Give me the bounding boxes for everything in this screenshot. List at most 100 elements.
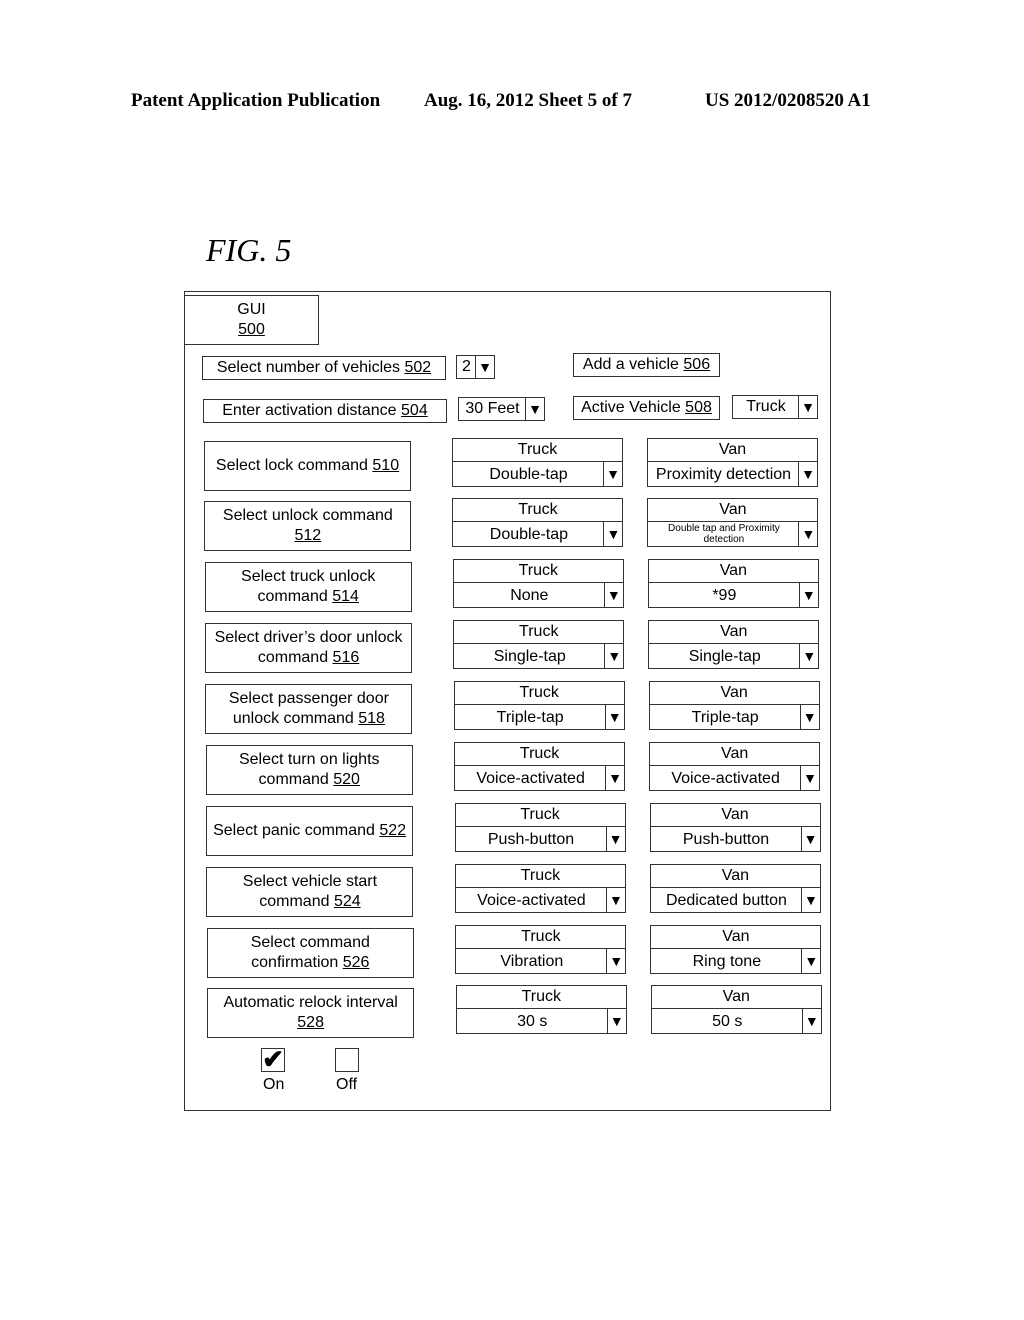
van-column-label: Van (649, 864, 821, 888)
truck-column-label: Truck (454, 742, 626, 766)
van-dropdown-value: Voice-activated (671, 769, 780, 787)
header-patent-number: US 2012/0208520 A1 (705, 90, 871, 111)
active-vehicle-text: Active Vehicle (581, 399, 681, 416)
chevron-down-icon[interactable]: ▼ (800, 827, 820, 851)
chevron-down-icon[interactable]: ▼ (801, 1009, 821, 1033)
truck-dropdown[interactable]: 30 s ▼ (455, 1008, 627, 1034)
chevron-down-icon[interactable]: ▼ (605, 888, 625, 912)
off-checkbox[interactable] (335, 1048, 359, 1072)
chevron-down-icon[interactable]: ▼ (603, 522, 622, 546)
van-selector-520[interactable]: Van Voice-activated ▼ (649, 742, 821, 792)
chevron-down-icon[interactable]: ▼ (799, 644, 818, 668)
van-dropdown-value: Triple-tap (691, 708, 759, 726)
van-dropdown[interactable]: Proximity detection ▼ (647, 461, 818, 487)
truck-selector-522[interactable]: Truck Push-button ▼ (454, 803, 626, 853)
van-selector-516[interactable]: Van Single-tap ▼ (648, 620, 820, 670)
van-dropdown-value: Double tap and Proximity detection (668, 523, 780, 545)
truck-selector-526[interactable]: Truck Vibration ▼ (455, 925, 627, 975)
truck-dropdown-value: Voice-activated (477, 891, 586, 909)
van-selector-522[interactable]: Van Push-button ▼ (649, 803, 821, 853)
truck-dropdown[interactable]: Double-tap ▼ (452, 461, 623, 487)
activation-distance-dropdown[interactable]: 30 Feet ▼ (458, 397, 545, 421)
chevron-down-icon[interactable]: ▼ (606, 1009, 626, 1033)
chevron-down-icon[interactable]: ▼ (605, 827, 625, 851)
van-selector-512[interactable]: Van Double tap and Proximity detection ▼ (647, 498, 819, 548)
chevron-down-icon[interactable]: ▼ (800, 766, 819, 790)
van-dropdown[interactable]: Push-button ▼ (649, 826, 821, 852)
chevron-down-icon[interactable]: ▼ (525, 398, 544, 420)
truck-dropdown[interactable]: Double-tap ▼ (452, 521, 624, 547)
chevron-down-icon[interactable]: ▼ (603, 462, 622, 486)
truck-dropdown[interactable]: Vibration ▼ (455, 948, 627, 974)
chevron-down-icon[interactable]: ▼ (800, 888, 820, 912)
chevron-down-icon[interactable]: ▼ (604, 644, 623, 668)
van-dropdown[interactable]: Voice-activated ▼ (649, 765, 821, 791)
truck-selector-520[interactable]: Truck Voice-activated ▼ (454, 742, 626, 792)
van-selector-518[interactable]: Van Triple-tap ▼ (648, 681, 820, 731)
truck-dropdown[interactable]: Voice-activated ▼ (454, 765, 626, 791)
truck-selector-524[interactable]: Truck Voice-activated ▼ (454, 864, 626, 914)
truck-dropdown-value: Voice-activated (476, 769, 585, 787)
van-dropdown[interactable]: Ring tone ▼ (650, 948, 822, 974)
truck-selector-516[interactable]: Truck Single-tap ▼ (453, 620, 625, 670)
van-dropdown[interactable]: Triple-tap ▼ (648, 704, 820, 730)
chevron-down-icon[interactable]: ▼ (604, 705, 624, 729)
chevron-down-icon[interactable]: ▼ (801, 949, 820, 973)
van-dropdown[interactable]: 50 s ▼ (650, 1008, 822, 1034)
van-selector-528[interactable]: Van 50 s ▼ (650, 985, 822, 1035)
num-vehicles-dropdown[interactable]: 2 ▼ (456, 355, 495, 379)
truck-dropdown[interactable]: Triple-tap ▼ (453, 704, 625, 730)
truck-dropdown[interactable]: Push-button ▼ (454, 826, 626, 852)
van-dropdown[interactable]: Dedicated button ▼ (649, 887, 821, 913)
truck-dropdown[interactable]: Single-tap ▼ (453, 643, 625, 669)
truck-selector-512[interactable]: Truck Double-tap ▼ (452, 498, 624, 548)
chevron-down-icon[interactable]: ▼ (798, 522, 817, 546)
van-selector-514[interactable]: Van *99 ▼ (647, 559, 819, 609)
van-selector-526[interactable]: Van Ring tone ▼ (650, 925, 822, 975)
num-vehicles-text: Select number of vehicles (216, 359, 401, 376)
chevron-down-icon[interactable]: ▼ (606, 949, 625, 973)
chevron-down-icon[interactable]: ▼ (798, 583, 818, 607)
van-selector-524[interactable]: Van Dedicated button ▼ (649, 864, 821, 914)
command-label-528: Automatic relock interval 528 (207, 988, 415, 1038)
van-column-label: Van (649, 803, 821, 827)
chevron-down-icon[interactable]: ▼ (603, 583, 623, 607)
chevron-down-icon[interactable]: ▼ (605, 766, 624, 790)
van-dropdown-value: Single-tap (688, 647, 761, 665)
add-vehicle-button[interactable]: Add a vehicle 506 (573, 353, 720, 377)
active-vehicle-dropdown[interactable]: Truck ▼ (732, 395, 818, 419)
command-label-514: Select truck unlock command 514 (204, 562, 412, 612)
van-dropdown-value: Ring tone (692, 952, 762, 970)
command-label-line2: 512 (294, 526, 321, 546)
van-selector-510[interactable]: Van Proximity detection ▼ (647, 438, 818, 488)
command-label-522: Select panic command 522 (206, 806, 414, 856)
on-checkbox[interactable]: ✔ (261, 1046, 285, 1072)
command-label-line2-text: command (259, 893, 334, 910)
command-label-518: Select passenger door unlock command 518 (205, 684, 413, 734)
gui-title-box: GUI 500 (184, 295, 319, 345)
van-dropdown[interactable]: Single-tap ▼ (648, 643, 820, 669)
command-label-row: Select lock command 510 (216, 456, 399, 476)
truck-dropdown[interactable]: Voice-activated ▼ (454, 887, 626, 913)
van-dropdown[interactable]: Double tap and Proximity detection ▼ (647, 521, 819, 547)
truck-selector-510[interactable]: Truck Double-tap ▼ (452, 438, 623, 488)
van-column-label: Van (647, 559, 819, 583)
van-dropdown[interactable]: *99 ▼ (647, 582, 819, 608)
num-vehicles-value: 2 (462, 358, 471, 375)
chevron-down-icon[interactable]: ▼ (475, 356, 494, 378)
command-label-line2-text: command (258, 771, 334, 788)
truck-dropdown-value: Single-tap (493, 647, 566, 665)
truck-selector-528[interactable]: Truck 30 s ▼ (455, 985, 627, 1035)
chevron-down-icon[interactable]: ▼ (799, 705, 819, 729)
truck-column-label: Truck (454, 864, 626, 888)
activation-distance-value: 30 Feet (465, 400, 520, 417)
command-ref: 524 (333, 893, 361, 910)
truck-dropdown[interactable]: None ▼ (452, 582, 624, 608)
chevron-down-icon[interactable]: ▼ (798, 462, 817, 486)
truck-selector-514[interactable]: Truck None ▼ (452, 559, 624, 609)
active-vehicle-ref: 508 (685, 399, 712, 416)
chevron-down-icon[interactable]: ▼ (798, 396, 817, 418)
command-ref: 510 (372, 457, 400, 474)
truck-column-label: Truck (453, 620, 625, 644)
truck-selector-518[interactable]: Truck Triple-tap ▼ (453, 681, 625, 731)
